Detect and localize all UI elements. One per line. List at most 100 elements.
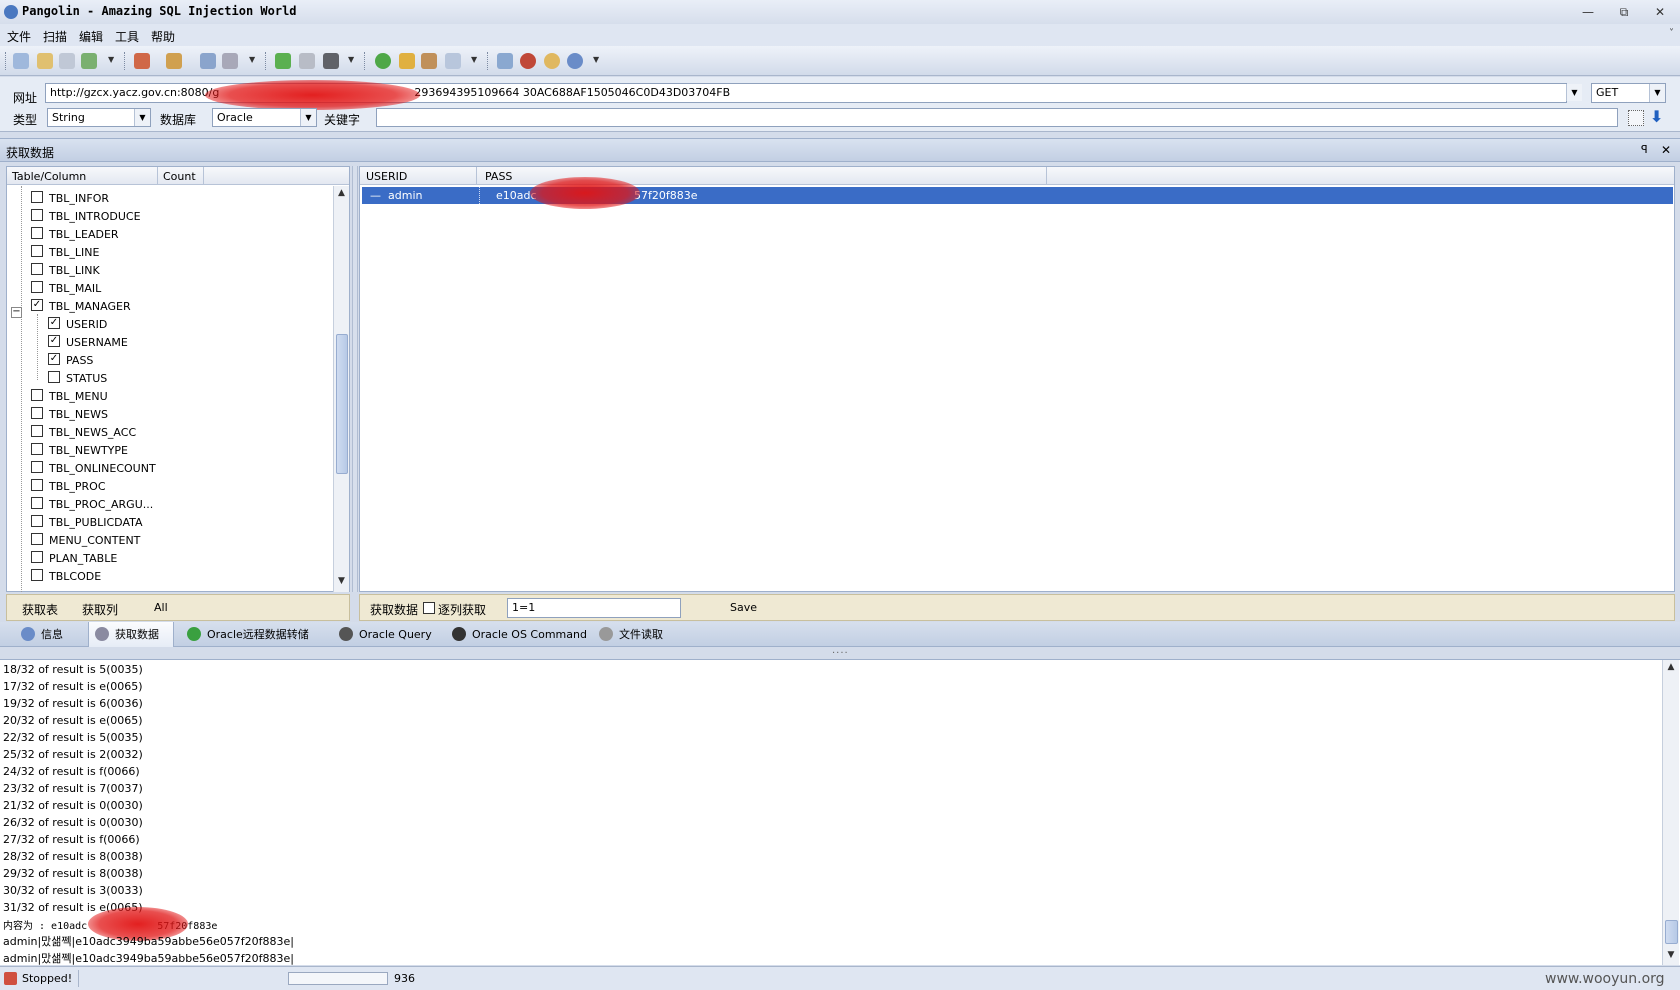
tree-header-count[interactable]: Count (157, 167, 196, 185)
tree-checkbox[interactable] (31, 515, 43, 527)
tab-terminal[interactable]: Oracle OS Command (446, 622, 601, 647)
tree-checkbox[interactable]: ✓ (48, 335, 60, 347)
tree-checkbox[interactable] (48, 371, 60, 383)
tree-checkbox[interactable] (31, 479, 43, 491)
tree-table-item[interactable]: TBLCODE (7, 567, 333, 585)
export-icon[interactable] (81, 53, 97, 69)
tree-checkbox[interactable] (31, 443, 43, 455)
tools-icon[interactable] (134, 53, 150, 69)
chevron-down-icon[interactable]: ▼ (249, 55, 255, 64)
tree-checkbox[interactable] (31, 551, 43, 563)
keyword-input[interactable] (376, 108, 1618, 127)
database-icon[interactable] (222, 53, 238, 69)
chevron-down-icon[interactable]: ˅ (1669, 28, 1674, 39)
horizontal-splitter[interactable]: .... (0, 645, 1680, 658)
tree-checkbox[interactable] (31, 209, 43, 221)
grid-header-pass[interactable]: PASS (476, 167, 512, 185)
pin-icon[interactable]: ꟼ (1641, 143, 1648, 156)
tree-table-item[interactable]: TBL_NEWS_ACC (7, 423, 333, 441)
type-dropdown[interactable]: ▼ (134, 109, 150, 126)
menu-tools[interactable]: 工具 (115, 28, 139, 45)
tree-checkbox[interactable] (31, 569, 43, 581)
scroll-up-arrow-icon[interactable]: ▲ (334, 188, 349, 198)
camera-icon[interactable] (421, 53, 437, 69)
tree-table-item[interactable]: TBL_ONLINECOUNT (7, 459, 333, 477)
tree-checkbox[interactable] (31, 245, 43, 257)
tree-table-item[interactable]: TBL_PUBLICDATA (7, 513, 333, 531)
close-button[interactable]: ✕ (1650, 4, 1670, 20)
condition-input[interactable]: 1=1 (507, 598, 681, 618)
chevron-down-icon[interactable]: ▼ (108, 55, 114, 64)
get-tables-button[interactable]: 获取表 (22, 601, 58, 618)
tree-table-item[interactable]: TBL_LEADER (7, 225, 333, 243)
tree-column-item[interactable]: ✓ USERNAME (7, 333, 333, 351)
search-icon[interactable] (13, 53, 29, 69)
tree-checkbox[interactable] (31, 281, 43, 293)
panel-close-icon[interactable]: ✕ (1661, 143, 1671, 157)
tree-checkbox[interactable] (31, 533, 43, 545)
chevron-down-icon[interactable]: ▼ (593, 55, 599, 64)
tree-checkbox[interactable]: ✓ (48, 353, 60, 365)
tree-checkbox[interactable] (31, 227, 43, 239)
tree-checkbox[interactable] (31, 425, 43, 437)
tree-checkbox[interactable] (31, 191, 43, 203)
tab-info[interactable]: 信息 (15, 622, 77, 647)
chevron-down-icon[interactable]: ▼ (471, 55, 477, 64)
info-icon[interactable] (567, 53, 583, 69)
get-columns-button[interactable]: 获取列 (82, 601, 118, 618)
tree-table-item[interactable]: TBL_NEWTYPE (7, 441, 333, 459)
tree-checkbox[interactable] (31, 461, 43, 473)
per-column-checkbox[interactable] (423, 602, 435, 614)
tree-scrollbar[interactable]: ▲ ▼ (333, 186, 349, 592)
tab-file[interactable]: 文件读取 (593, 622, 677, 647)
wrench-icon[interactable] (200, 53, 216, 69)
tree-header-table[interactable]: Table/Column (12, 170, 86, 183)
tree-column-item[interactable]: ✓ PASS (7, 351, 333, 369)
tree-column-item[interactable]: ✓ USERID (7, 315, 333, 333)
tree-checkbox[interactable] (31, 263, 43, 275)
save-button[interactable]: Save (730, 601, 757, 614)
tree-checkbox[interactable] (31, 407, 43, 419)
select-all-button[interactable]: All (154, 601, 168, 614)
log-output[interactable]: 18/32 of result is 5(0035) 17/32 of resul… (0, 659, 1680, 965)
fetch-data-button[interactable]: 获取数据 (370, 601, 418, 618)
play-icon[interactable] (275, 53, 291, 69)
find-icon[interactable] (445, 53, 461, 69)
home-icon[interactable] (497, 53, 513, 69)
key-icon[interactable] (399, 53, 415, 69)
method-dropdown[interactable]: ▼ (1649, 84, 1665, 102)
scrollbar-thumb[interactable] (336, 334, 348, 474)
tree-table-item[interactable]: TBL_PROC (7, 477, 333, 495)
vertical-splitter[interactable] (352, 166, 358, 592)
tree-table-item[interactable]: MENU_CONTENT (7, 531, 333, 549)
url-history-dropdown[interactable]: ▼ (1566, 84, 1582, 101)
tree-column-item[interactable]: STATUS (7, 369, 333, 387)
tree-table-item[interactable]: TBL_PROC_ARGU... (7, 495, 333, 513)
scrollbar-thumb[interactable] (1665, 920, 1678, 944)
bug-icon[interactable] (520, 53, 536, 69)
open-icon[interactable] (37, 53, 53, 69)
scroll-down-arrow-icon[interactable]: ▼ (334, 576, 349, 586)
settings-icon[interactable] (166, 53, 182, 69)
tree-checkbox[interactable] (31, 497, 43, 509)
save-icon[interactable] (59, 53, 75, 69)
restore-button[interactable]: ⧉ (1614, 4, 1634, 20)
tree-table-item[interactable]: TBL_INFOR (7, 189, 333, 207)
minimize-button[interactable]: — (1578, 4, 1598, 20)
tab-globe[interactable]: Oracle远程数据转储 (181, 622, 323, 647)
tree-table-item[interactable]: TBL_INTRODUCE (7, 207, 333, 225)
scroll-up-arrow-icon[interactable]: ▲ (1663, 662, 1679, 672)
tree-table-item[interactable]: PLAN_TABLE (7, 549, 333, 567)
database-dropdown[interactable]: ▼ (300, 109, 316, 126)
pause-icon[interactable] (299, 53, 315, 69)
paint-icon[interactable] (544, 53, 560, 69)
tree-checkbox[interactable]: ✓ (31, 299, 43, 311)
menu-help[interactable]: 帮助 (151, 28, 175, 45)
tab-sql[interactable]: Oracle Query (333, 622, 446, 647)
stop-icon[interactable] (323, 53, 339, 69)
tree-table-item[interactable]: TBL_LINK (7, 261, 333, 279)
tree-table-item[interactable]: TBL_LINE (7, 243, 333, 261)
scroll-down-arrow-icon[interactable]: ▼ (1663, 950, 1679, 960)
tab-database[interactable]: 获取数据 (88, 622, 174, 647)
menu-edit[interactable]: 编辑 (79, 28, 103, 45)
